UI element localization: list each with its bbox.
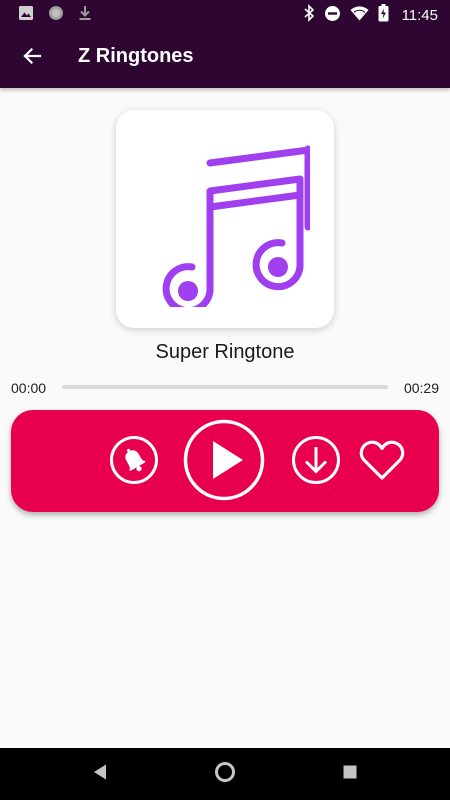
image-icon bbox=[18, 5, 34, 26]
arrow-back-icon bbox=[22, 46, 42, 71]
heart-icon bbox=[358, 438, 406, 487]
play-icon bbox=[183, 419, 265, 506]
download-icon bbox=[78, 5, 92, 26]
battery-icon bbox=[378, 4, 389, 27]
circle-icon bbox=[48, 5, 64, 26]
song-title: Super Ringtone bbox=[155, 341, 295, 363]
ringtone-player-screen: 11:45 Z Ringtones Super Ringtone 00:00 0… bbox=[0, 0, 450, 800]
control-panel bbox=[11, 410, 439, 512]
bell-icon bbox=[109, 435, 159, 490]
status-left-icons bbox=[18, 5, 92, 26]
download-circle-icon bbox=[291, 435, 341, 490]
time-elapsed: 00:00 bbox=[11, 380, 47, 396]
app-title: Z Ringtones bbox=[78, 45, 194, 67]
wifi-icon bbox=[350, 5, 369, 26]
status-bar: 11:45 bbox=[0, 0, 450, 28]
nav-back-button[interactable] bbox=[88, 762, 112, 786]
nav-home-button[interactable] bbox=[213, 761, 237, 788]
nav-recents-button[interactable] bbox=[338, 762, 362, 786]
download-button[interactable] bbox=[291, 435, 341, 490]
set-ringtone-button[interactable] bbox=[109, 435, 159, 490]
nav-recents-icon bbox=[342, 764, 358, 785]
back-button[interactable] bbox=[12, 38, 52, 78]
status-time: 11:45 bbox=[401, 7, 438, 24]
music-note-icon bbox=[140, 127, 320, 314]
progress-slider[interactable] bbox=[62, 385, 388, 389]
nav-home-icon bbox=[214, 761, 236, 788]
app-bar: Z Ringtones bbox=[0, 28, 450, 88]
album-art bbox=[116, 110, 334, 328]
favorite-button[interactable] bbox=[357, 437, 407, 487]
nav-back-icon bbox=[92, 763, 108, 786]
navigation-bar bbox=[0, 748, 450, 800]
do-not-disturb-icon bbox=[324, 5, 341, 27]
status-right-icons: 11:45 bbox=[303, 4, 438, 27]
play-button[interactable] bbox=[183, 419, 265, 506]
bluetooth-icon bbox=[303, 4, 315, 27]
time-total: 00:29 bbox=[403, 380, 439, 396]
